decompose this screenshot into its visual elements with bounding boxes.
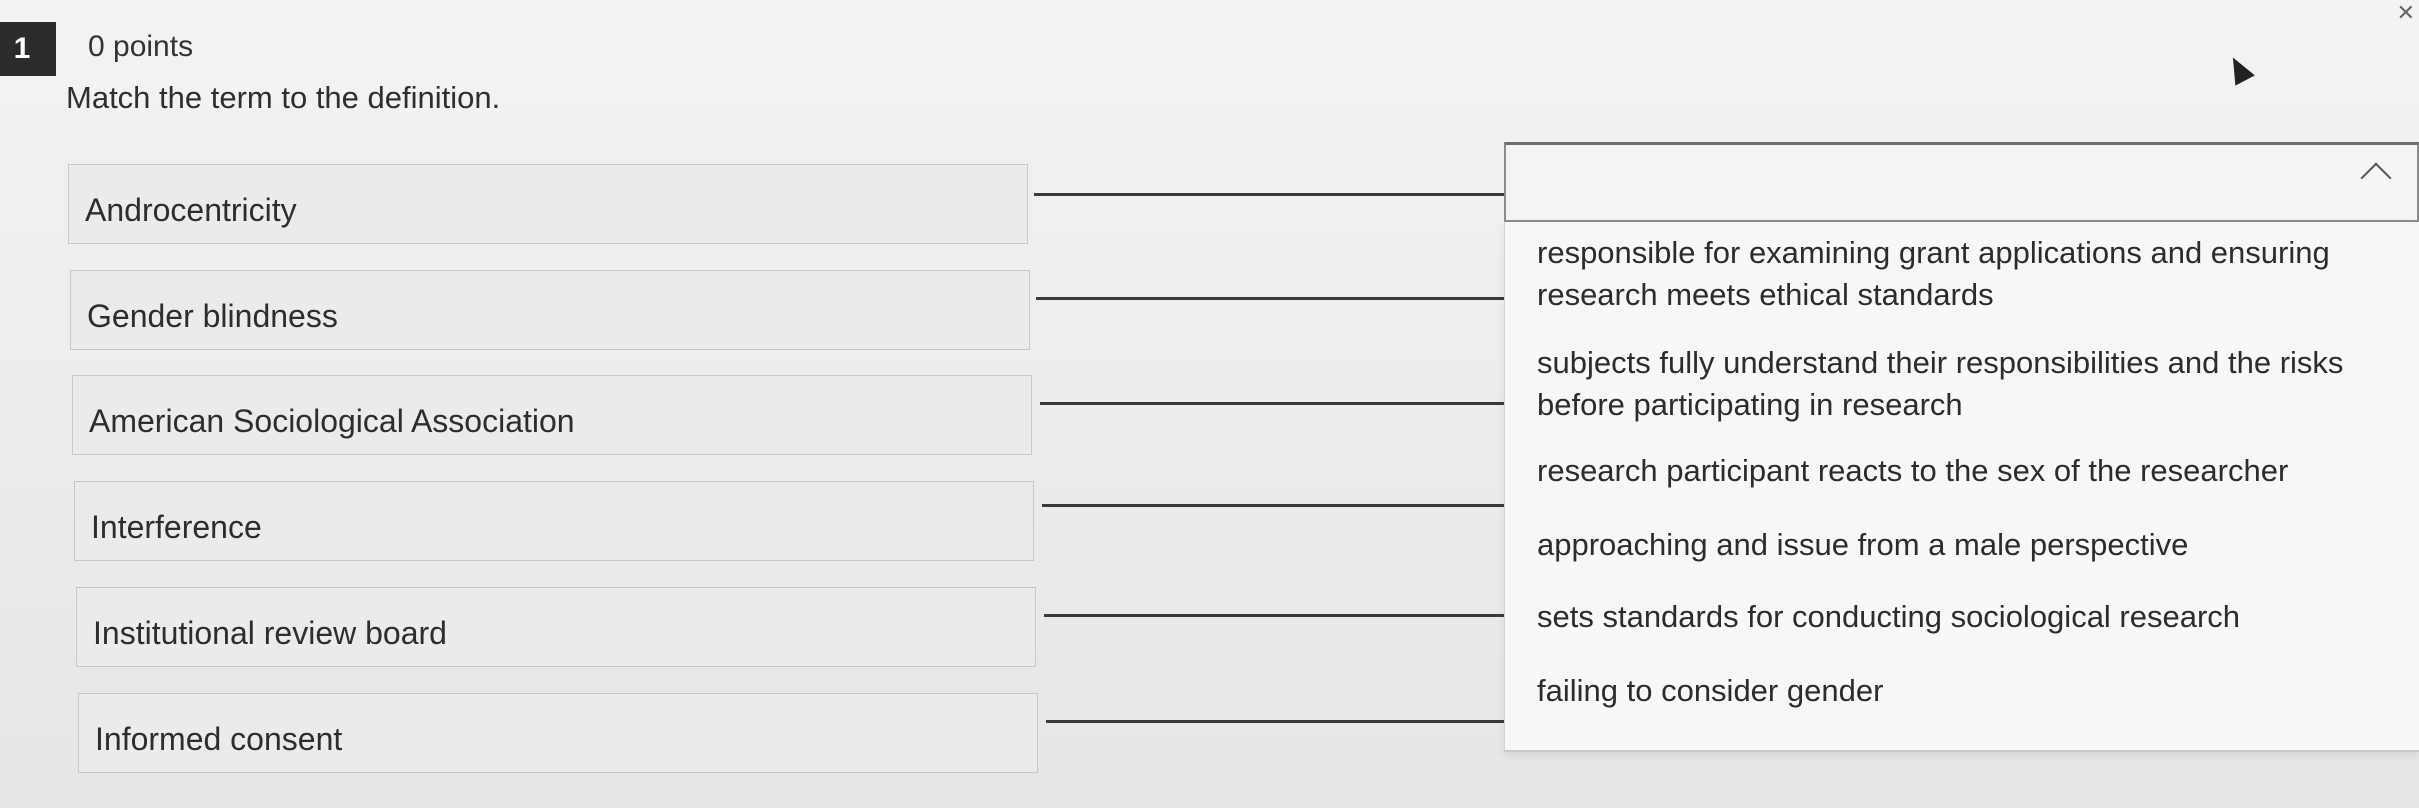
question-number-badge: 1 <box>0 22 56 76</box>
close-icon[interactable]: ✕ <box>2397 0 2415 26</box>
dropdown-option[interactable]: subjects fully understand their responsi… <box>1537 342 2397 426</box>
connector-line <box>1044 614 1520 617</box>
term-label: Interference <box>91 508 262 545</box>
connector-line <box>1034 193 1506 196</box>
term-label: Androcentricity <box>85 191 297 228</box>
term-gender-blindness: Gender blindness <box>70 270 1030 350</box>
dropdown-options-list: responsible for examining grant applicat… <box>1504 222 2419 752</box>
term-institutional-review-board: Institutional review board <box>76 587 1036 667</box>
definition-select[interactable] <box>1504 142 2419 222</box>
connector-line <box>1036 297 1506 300</box>
term-informed-consent: Informed consent <box>78 693 1038 773</box>
dropdown-option[interactable]: sets standards for conducting sociologic… <box>1537 596 2397 638</box>
term-androcentricity: Androcentricity <box>68 164 1028 244</box>
question-number: 1 <box>13 32 31 65</box>
points-label: 0 points <box>88 30 194 63</box>
term-american-sociological-association: American Sociological Association <box>72 375 1032 455</box>
dropdown-option[interactable]: approaching and issue from a male perspe… <box>1537 524 2397 566</box>
cursor-icon <box>2223 52 2255 86</box>
term-label: Gender blindness <box>87 297 338 334</box>
connector-line <box>1042 504 1516 507</box>
term-label: Institutional review board <box>93 614 447 651</box>
dropdown-option[interactable]: failing to consider gender <box>1537 670 2397 712</box>
term-label: American Sociological Association <box>89 402 575 439</box>
term-label: Informed consent <box>95 720 343 757</box>
connector-line <box>1046 720 1522 723</box>
dropdown-option[interactable]: responsible for examining grant applicat… <box>1537 232 2397 316</box>
term-interference: Interference <box>74 481 1034 561</box>
dropdown-option[interactable]: research participant reacts to the sex o… <box>1537 450 2397 492</box>
question-prompt: Match the term to the definition. <box>66 80 501 115</box>
connector-line <box>1040 402 1512 405</box>
chevron-up-icon[interactable] <box>2360 162 2392 194</box>
quiz-page: 1 0 points Match the term to the definit… <box>0 0 2419 808</box>
